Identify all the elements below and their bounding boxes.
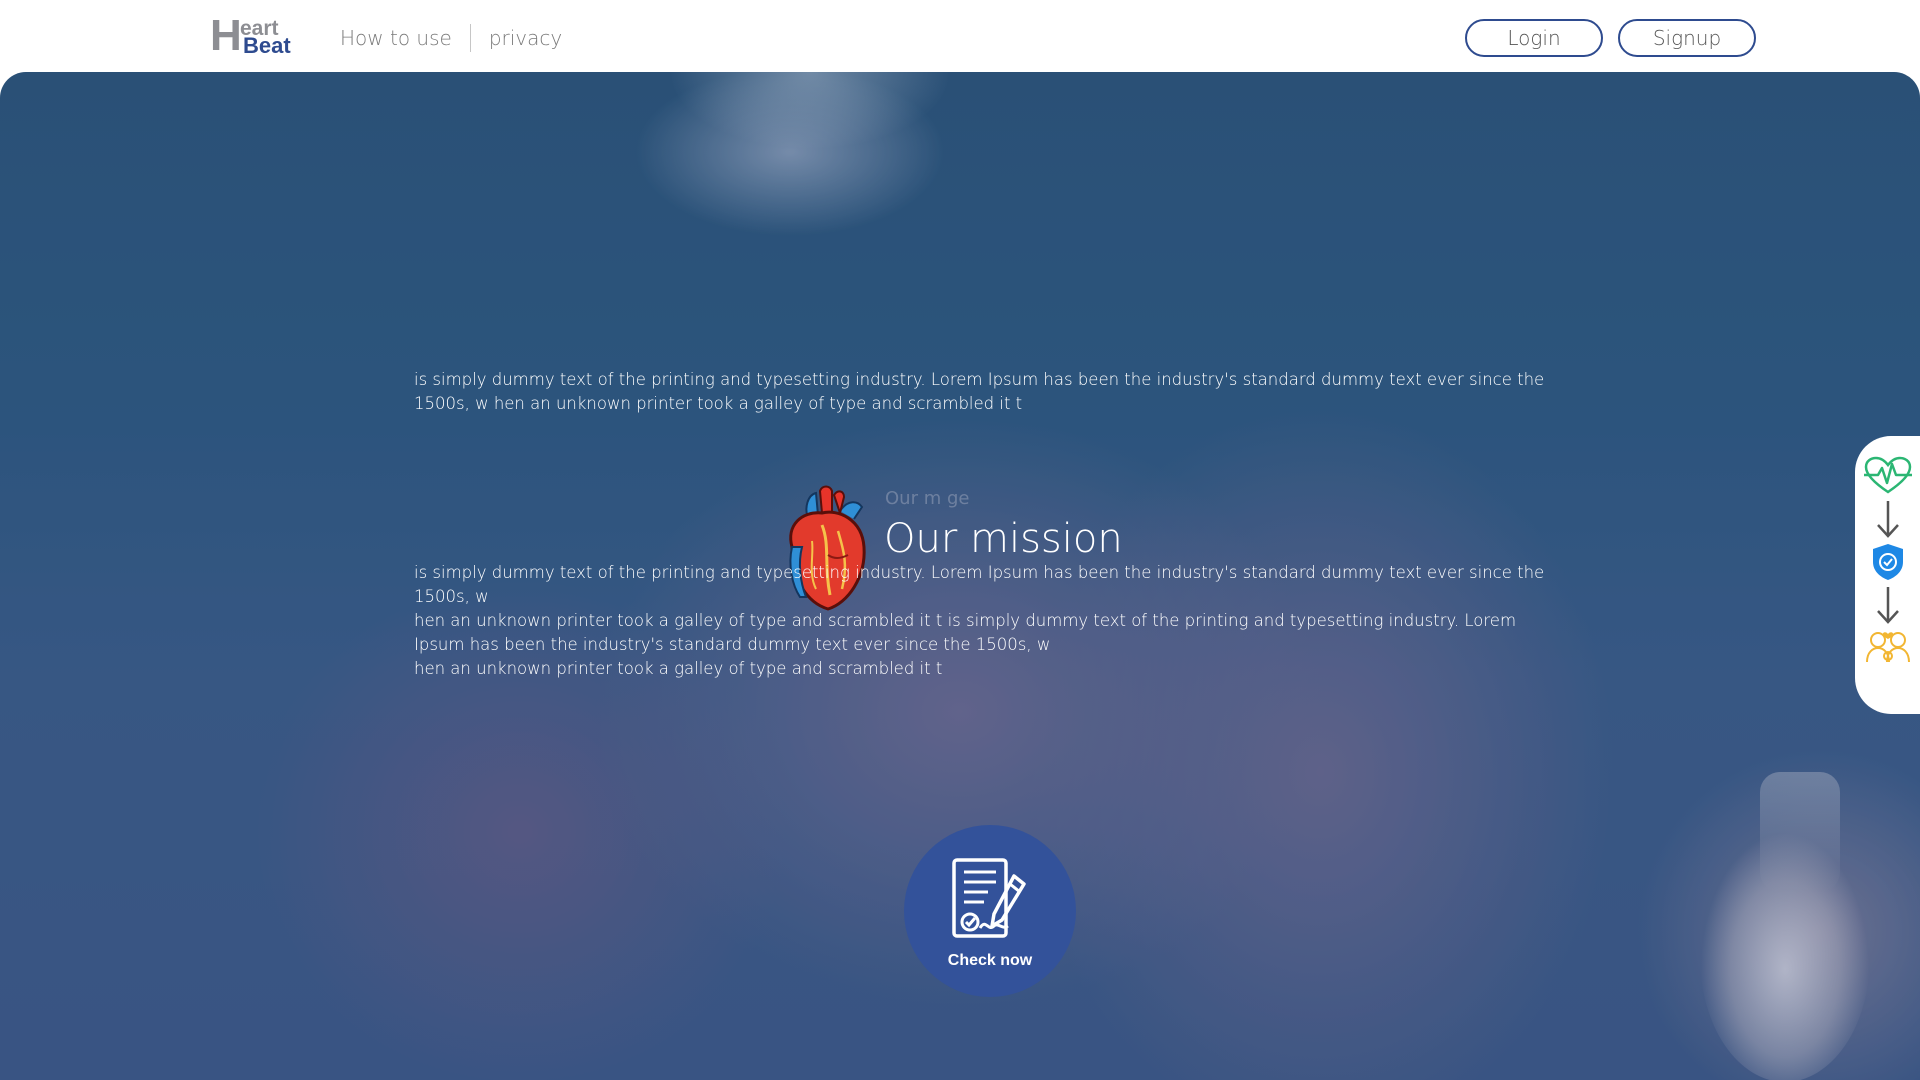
intro-paragraph: is simply dummy text of the printing and… [414,370,1545,413]
shield-check-icon[interactable] [1863,542,1913,582]
logo-letter-h: H [210,11,242,60]
hero-photo-collar [640,72,1200,202]
signup-button[interactable]: Signup [1618,19,1756,57]
arrow-down-icon [1877,501,1899,538]
logo-text-beat: Beat [243,33,291,58]
nav-divider [469,24,471,52]
hero-section: is simply dummy text of the printing and… [0,72,1920,1080]
nav-link-how-to-use[interactable]: How to use [340,26,452,50]
nav-link-privacy[interactable]: privacy [489,26,562,50]
check-now-label: Check now [947,952,1033,969]
side-steps-panel [1855,436,1920,714]
signed-document-icon [952,858,1026,938]
family-icon[interactable] [1863,628,1913,668]
mission-paragraph-line: hen an unknown printer took a galley of … [414,611,1517,630]
main-nav: How to use privacy [340,24,562,52]
heartbeat-icon[interactable] [1863,456,1913,496]
hero-photo-watch [1700,832,1870,1080]
mission-paragraph-line: hen an unknown printer took a galley of … [414,659,943,678]
login-button[interactable]: Login [1465,19,1603,57]
heartbeat-logo[interactable]: H eart Beat [210,14,296,58]
mission-paragraph: is simply dummy text of the printing and… [414,561,1584,681]
top-navbar: H eart Beat How to use privacy Login Sig… [0,0,1920,72]
mission-title: Our mission [884,516,1123,562]
mission-paragraph-line: is simply dummy text of the printing and… [414,563,1545,606]
check-now-button[interactable]: Check now [904,825,1076,997]
mission-paragraph-line: Ipsum has been the industry's standard d… [414,635,1051,654]
arrow-down-icon [1877,587,1899,624]
